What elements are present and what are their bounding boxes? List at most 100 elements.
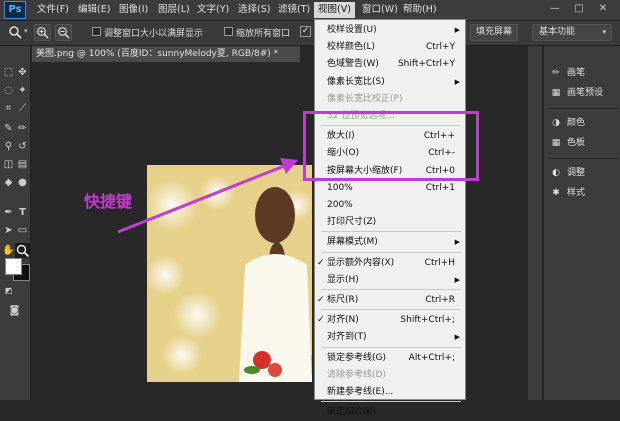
view-menu-item-shortcut: Ctrl+H bbox=[424, 257, 455, 268]
view-menu-item[interactable]: 200% bbox=[315, 196, 465, 214]
blur-tool-icon[interactable]: ◆ bbox=[2, 176, 15, 189]
menu-layer[interactable]: 图层(L) bbox=[158, 2, 190, 18]
zoom-all-checkbox[interactable] bbox=[224, 27, 233, 36]
view-menu-item-label: 锁定参考线(G) bbox=[327, 352, 386, 363]
clone-stamp-tool-icon[interactable]: ⚲ bbox=[2, 140, 15, 153]
submenu-arrow-icon: ▶ bbox=[454, 275, 460, 284]
menu-separator bbox=[321, 289, 461, 290]
panel-color[interactable]: ◑ 颜色 bbox=[550, 114, 585, 132]
view-menu-item[interactable]: ✓ 显示额外内容(X) Ctrl+H bbox=[315, 254, 465, 272]
foreground-color-swatch[interactable] bbox=[5, 258, 22, 275]
menu-select[interactable]: 选择(S) bbox=[238, 2, 270, 18]
submenu-arrow-icon: ▶ bbox=[454, 238, 460, 247]
view-menu-item[interactable]: ✓ 标尺(R) Ctrl+R bbox=[315, 291, 465, 309]
menu-file[interactable]: 文件(F) bbox=[37, 2, 69, 18]
default-colors-icon[interactable]: ◩ bbox=[2, 284, 15, 297]
minimize-icon[interactable]: — bbox=[548, 2, 562, 16]
view-menu-item-label: 标尺(R) bbox=[327, 295, 359, 305]
submenu-arrow-icon: ▶ bbox=[454, 26, 460, 34]
zoom-tool-selected-icon[interactable] bbox=[15, 243, 30, 258]
options-bar: ▾ 调整窗口大小以满屏显示 缩放所有窗口 ✓ 填充屏幕 基本功能 ▾ bbox=[0, 21, 620, 46]
menu-type[interactable]: 文字(Y) bbox=[197, 2, 229, 18]
view-menu-item[interactable]: 色域警告(W) Shift+Ctrl+Y bbox=[315, 55, 465, 73]
view-menu-item-label: 对齐(N) bbox=[327, 315, 359, 326]
brush-icon: ✏ bbox=[552, 67, 560, 78]
tools-panel: ⬚ ✥ ◌ ✦ ⌗ ⟋ ✎ ✏ ⚲ ↺ ◫ ▤ ◆ ● ✒ T ➤ ▭ ✋ ◩ … bbox=[0, 46, 31, 400]
zoom-tool-icon[interactable] bbox=[8, 25, 22, 39]
view-menu-item-label: 色域警告(W) bbox=[327, 59, 379, 70]
scrubby-zoom-checkbox[interactable]: ✓ bbox=[300, 26, 311, 37]
tool-preset-chevron-icon[interactable]: ▾ bbox=[24, 27, 28, 35]
zoom-all-label: 缩放所有窗口 bbox=[236, 29, 291, 39]
menu-help[interactable]: 帮助(H) bbox=[403, 2, 437, 18]
color-icon: ◑ bbox=[552, 117, 560, 128]
view-menu-item[interactable]: 像素长宽比(S) ▶ bbox=[315, 73, 465, 91]
annotation-label: 快捷键 bbox=[84, 192, 133, 211]
maximize-icon[interactable]: □ bbox=[572, 2, 586, 16]
resize-windows-checkbox[interactable] bbox=[92, 27, 101, 36]
view-menu-item[interactable]: 新建参考线(E)... bbox=[315, 383, 465, 401]
canvas-image[interactable] bbox=[147, 165, 312, 382]
healing-brush-tool-icon[interactable]: ✎ bbox=[2, 122, 15, 135]
view-menu-item-label: 校样设置(U) bbox=[327, 25, 377, 35]
view-menu-item[interactable]: 对齐到(T) ▶ bbox=[315, 328, 465, 346]
view-menu-item-label: 校样颜色(L) bbox=[327, 42, 376, 53]
panel-swatches[interactable]: ▦ 色板 bbox=[550, 134, 585, 152]
document-tab[interactable]: 美图.png @ 100% (百度ID：sunnyMelody夏, RGB/8#… bbox=[32, 46, 300, 62]
rectangle-tool-icon[interactable]: ▭ bbox=[16, 224, 29, 237]
brush-tool-icon[interactable]: ✏ bbox=[16, 122, 29, 135]
menu-image[interactable]: 图像(I) bbox=[119, 2, 148, 18]
view-menu-item[interactable]: ✓ 对齐(N) Shift+Ctrl+; bbox=[315, 311, 465, 329]
eraser-tool-icon[interactable]: ◫ bbox=[2, 158, 15, 171]
lasso-tool-icon[interactable]: ◌ bbox=[2, 84, 15, 97]
view-menu-item-shortcut: Ctrl+1 bbox=[425, 182, 455, 193]
workspace-select[interactable]: 基本功能 ▾ bbox=[532, 24, 612, 41]
view-menu-item-label: 200% bbox=[327, 200, 353, 210]
fill-screen-button[interactable]: 填充屏幕 bbox=[470, 24, 518, 41]
resize-windows-label: 调整窗口大小以满屏显示 bbox=[104, 29, 204, 39]
panel-styles[interactable]: ✱ 样式 bbox=[550, 184, 585, 202]
view-menu-item[interactable]: 锁定参考线(G) Alt+Ctrl+; bbox=[315, 349, 465, 367]
menu-window[interactable]: 窗口(W) bbox=[362, 2, 398, 18]
close-icon[interactable]: ✕ bbox=[596, 2, 610, 16]
marquee-tool-icon[interactable]: ⬚ bbox=[2, 66, 15, 79]
view-menu-item: 像素长宽比校正(P) bbox=[315, 90, 465, 108]
panel-brush[interactable]: ✏ 画笔 bbox=[550, 64, 585, 82]
pen-tool-icon[interactable]: ✒ bbox=[2, 206, 15, 219]
move-tool-icon[interactable]: ✥ bbox=[16, 66, 29, 79]
menu-filter[interactable]: 滤镜(T) bbox=[278, 2, 310, 18]
view-menu-item[interactable]: 打印尺寸(Z) bbox=[315, 213, 465, 231]
panel-adjustments[interactable]: ◐ 调整 bbox=[550, 164, 585, 182]
menu-separator bbox=[321, 251, 461, 253]
brush-preset-icon: ▦ bbox=[551, 87, 561, 98]
view-menu-item[interactable]: 100% Ctrl+1 bbox=[315, 179, 465, 197]
dodge-tool-icon[interactable]: ● bbox=[16, 176, 29, 189]
panel-brush-presets[interactable]: ▦ 画笔预设 bbox=[550, 84, 603, 102]
menu-edit[interactable]: 编辑(E) bbox=[78, 2, 110, 18]
hand-tool-icon[interactable]: ✋ bbox=[2, 244, 15, 257]
view-menu-item[interactable]: 校样颜色(L) Ctrl+Y bbox=[315, 38, 465, 56]
zoom-in-button[interactable] bbox=[34, 24, 51, 41]
view-menu-item[interactable]: 校样设置(U) ▶ bbox=[315, 21, 465, 39]
path-selection-tool-icon[interactable]: ➤ bbox=[2, 224, 15, 237]
menu-view[interactable]: 视图(V) bbox=[314, 2, 355, 18]
shortcut-highlight-box bbox=[303, 111, 479, 181]
zoom-out-button[interactable] bbox=[55, 24, 72, 41]
gradient-tool-icon[interactable]: ▤ bbox=[16, 158, 29, 171]
view-menu-item-label: 像素长宽比(S) bbox=[327, 76, 385, 87]
submenu-arrow-icon: ▶ bbox=[454, 77, 460, 86]
view-menu-item[interactable]: 显示(H) ▶ bbox=[315, 271, 465, 289]
history-brush-tool-icon[interactable]: ↺ bbox=[16, 140, 29, 153]
panel-divider bbox=[548, 158, 618, 159]
crop-tool-icon[interactable]: ⌗ bbox=[2, 102, 15, 115]
photo-artwork bbox=[147, 165, 312, 382]
magic-wand-tool-icon[interactable]: ✦ bbox=[16, 84, 29, 97]
view-menu-item-label: 锁定切片(K) bbox=[327, 407, 376, 418]
view-menu-item-label: 100% bbox=[327, 182, 353, 193]
type-tool-icon[interactable]: T bbox=[16, 206, 29, 219]
view-menu-item[interactable]: 锁定切片(K) bbox=[315, 403, 465, 421]
view-menu-item[interactable]: 屏幕模式(M) ▶ bbox=[315, 233, 465, 251]
eyedropper-tool-icon[interactable]: ⟋ bbox=[16, 102, 29, 115]
quick-mask-icon[interactable]: ◙ bbox=[8, 304, 21, 317]
view-menu-item-label: 对齐到(T) bbox=[327, 332, 367, 343]
